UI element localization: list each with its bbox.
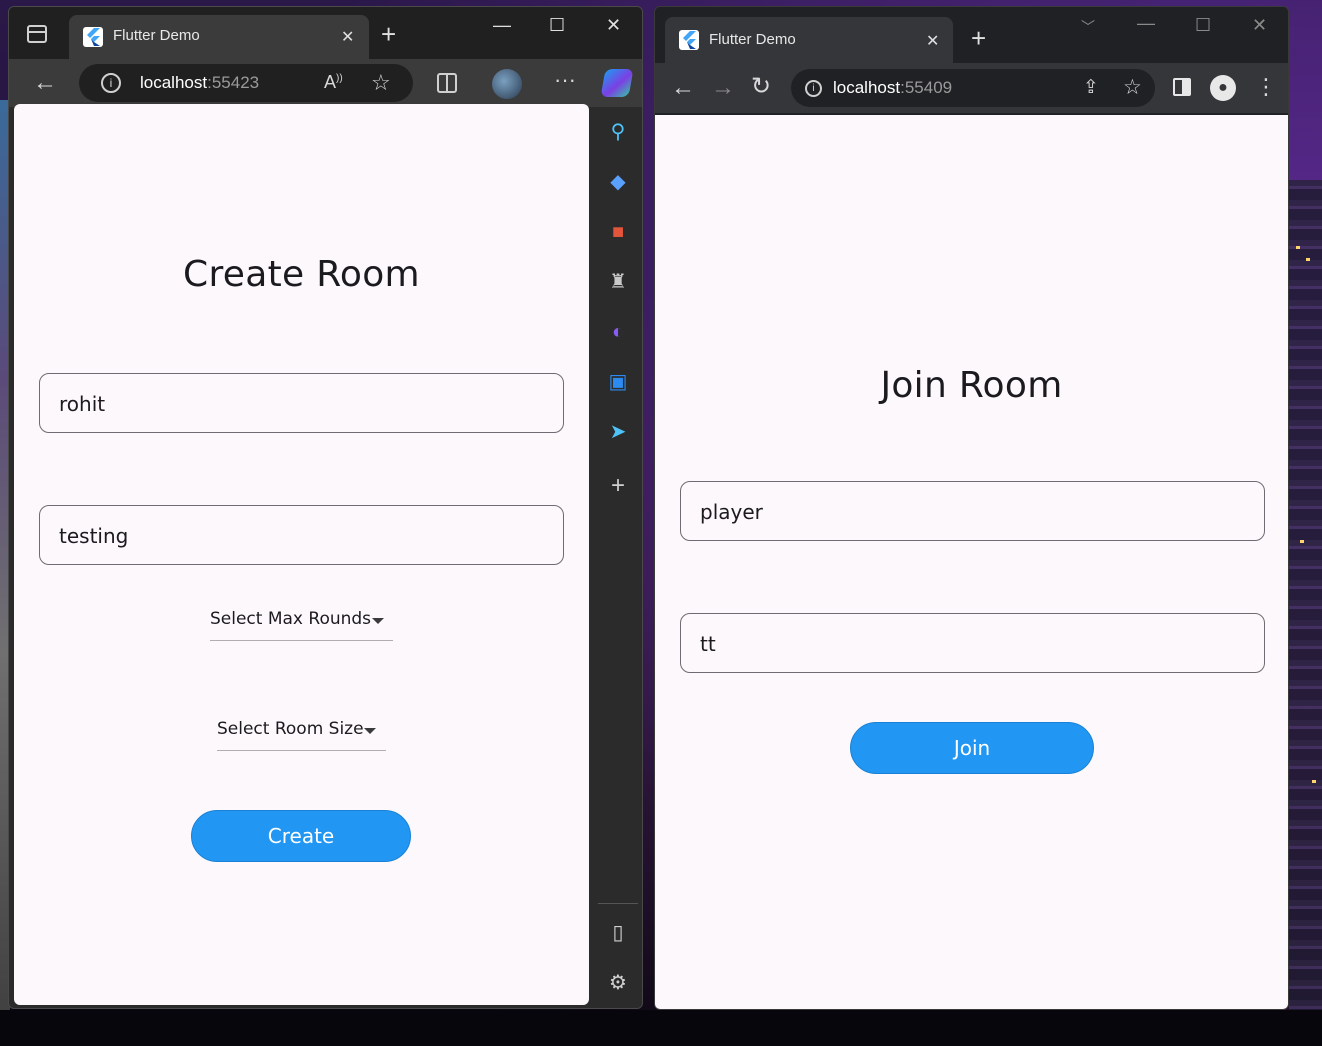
create-button[interactable]: Create bbox=[191, 810, 411, 862]
chrome-tab[interactable]: Flutter Demo ✕ bbox=[665, 17, 953, 63]
read-aloud-icon[interactable]: A)) bbox=[324, 73, 343, 91]
profile-avatar[interactable] bbox=[492, 69, 522, 99]
create-room-page: Create Room rohit testing Select Max Rou… bbox=[14, 104, 589, 1005]
name-input-value: player bbox=[700, 500, 763, 524]
games-icon[interactable]: ♜ bbox=[605, 269, 631, 295]
name-input[interactable]: player bbox=[680, 481, 1265, 541]
page-title: Create Room bbox=[183, 254, 420, 295]
copilot-icon[interactable] bbox=[600, 69, 634, 97]
reload-icon[interactable]: ↻ bbox=[751, 75, 771, 99]
name-input-value: rohit bbox=[59, 392, 106, 416]
profile-icon[interactable]: ● bbox=[1210, 75, 1236, 101]
settings-gear-icon[interactable]: ⚙ bbox=[605, 970, 631, 996]
maximize-button[interactable]: ☐ bbox=[549, 15, 565, 36]
city-light bbox=[1312, 780, 1316, 783]
room-name-input[interactable]: tt bbox=[680, 613, 1265, 673]
shopping-tag-icon[interactable]: ◆ bbox=[605, 169, 631, 195]
minimize-button[interactable]: — bbox=[1137, 13, 1155, 34]
edge-toolbar: ← i localhost:55423 A)) ☆ ··· bbox=[9, 59, 642, 107]
search-icon[interactable]: ⚲ bbox=[605, 119, 631, 145]
join-room-page: Join Room player tt Join bbox=[655, 115, 1288, 1009]
room-name-input[interactable]: testing bbox=[39, 505, 564, 565]
room-size-label: Select Room Size bbox=[217, 719, 364, 739]
edge-title-bar: Flutter Demo ✕ + — ☐ ✕ bbox=[9, 7, 642, 59]
address-bar[interactable]: i localhost:55409 ⇪ ☆ bbox=[791, 69, 1155, 107]
city-light bbox=[1300, 540, 1304, 543]
sidebar-toggle-icon[interactable]: ▯ bbox=[605, 920, 631, 946]
flutter-logo-icon bbox=[679, 30, 699, 50]
drop-icon[interactable]: ➤ bbox=[605, 419, 631, 445]
maximize-button[interactable]: ☐ bbox=[1195, 15, 1211, 36]
address-text: localhost:55409 bbox=[833, 78, 953, 97]
more-options-icon[interactable]: ··· bbox=[554, 69, 576, 91]
chrome-toolbar: ← → ↻ i localhost:55409 ⇪ ☆ ● ⋮ bbox=[655, 63, 1288, 113]
desktop-bottom bbox=[0, 1010, 1322, 1046]
chrome-browser-window: Flutter Demo ✕ + ﹀ — ☐ ✕ ← → ↻ i localho… bbox=[654, 6, 1289, 1010]
close-window-button[interactable]: ✕ bbox=[606, 15, 621, 36]
outlook-icon[interactable]: ▣ bbox=[605, 369, 631, 395]
page-title: Join Room bbox=[880, 365, 1063, 406]
tab-title: Flutter Demo bbox=[113, 27, 200, 44]
edge-tab[interactable]: Flutter Demo ✕ bbox=[69, 15, 369, 59]
side-panel-icon[interactable] bbox=[1173, 78, 1191, 96]
max-rounds-dropdown[interactable]: Select Max Rounds bbox=[210, 605, 393, 641]
chrome-title-bar: Flutter Demo ✕ + ﹀ — ☐ ✕ bbox=[655, 7, 1288, 63]
address-text: localhost:55423 bbox=[140, 73, 260, 92]
chevron-down-icon bbox=[364, 728, 376, 734]
name-input[interactable]: rohit bbox=[39, 373, 564, 433]
tab-title: Flutter Demo bbox=[709, 31, 796, 48]
close-window-button[interactable]: ✕ bbox=[1252, 15, 1267, 36]
tab-close-icon[interactable]: ✕ bbox=[341, 27, 354, 47]
join-button[interactable]: Join bbox=[850, 722, 1094, 774]
microsoft365-icon[interactable]: ◐ bbox=[605, 319, 631, 345]
back-arrow-icon[interactable]: ← bbox=[671, 76, 695, 100]
new-tab-button[interactable]: + bbox=[381, 19, 396, 50]
bookmark-star-icon[interactable]: ☆ bbox=[1123, 77, 1142, 98]
room-size-dropdown[interactable]: Select Room Size bbox=[217, 715, 386, 751]
flutter-logo-icon bbox=[83, 27, 103, 47]
new-tab-button[interactable]: + bbox=[971, 23, 986, 54]
chevron-down-icon bbox=[372, 618, 384, 624]
share-icon[interactable]: ⇪ bbox=[1083, 78, 1099, 97]
menu-icon[interactable]: ⋮ bbox=[1255, 76, 1277, 98]
room-name-input-value: tt bbox=[700, 632, 716, 656]
city-skyline bbox=[1289, 180, 1322, 1010]
favorite-star-icon[interactable]: ☆ bbox=[371, 72, 391, 94]
tab-actions-icon[interactable] bbox=[27, 25, 47, 43]
edge-browser-window: Flutter Demo ✕ + — ☐ ✕ ← i localhost:554… bbox=[8, 6, 643, 1009]
site-info-icon[interactable]: i bbox=[101, 73, 121, 93]
site-info-icon[interactable]: i bbox=[805, 80, 822, 97]
room-name-input-value: testing bbox=[59, 524, 129, 548]
city-light bbox=[1296, 246, 1300, 249]
split-screen-icon[interactable] bbox=[437, 73, 457, 93]
add-icon[interactable]: + bbox=[605, 473, 631, 499]
back-arrow-icon[interactable]: ← bbox=[33, 71, 57, 95]
edge-sidebar: ⚲ ◆ ■ ♜ ◐ ▣ ➤ + ▯ ⚙ bbox=[592, 107, 642, 1008]
forward-arrow-icon[interactable]: → bbox=[711, 76, 735, 100]
address-bar[interactable]: i localhost:55423 A)) ☆ bbox=[79, 64, 413, 102]
city-light bbox=[1306, 258, 1310, 261]
minimize-button[interactable]: — bbox=[493, 15, 511, 36]
tools-icon[interactable]: ■ bbox=[605, 219, 631, 245]
tab-close-icon[interactable]: ✕ bbox=[926, 31, 939, 51]
max-rounds-label: Select Max Rounds bbox=[210, 609, 372, 629]
sidebar-divider bbox=[598, 903, 638, 904]
tab-search-icon[interactable]: ﹀ bbox=[1081, 17, 1095, 37]
